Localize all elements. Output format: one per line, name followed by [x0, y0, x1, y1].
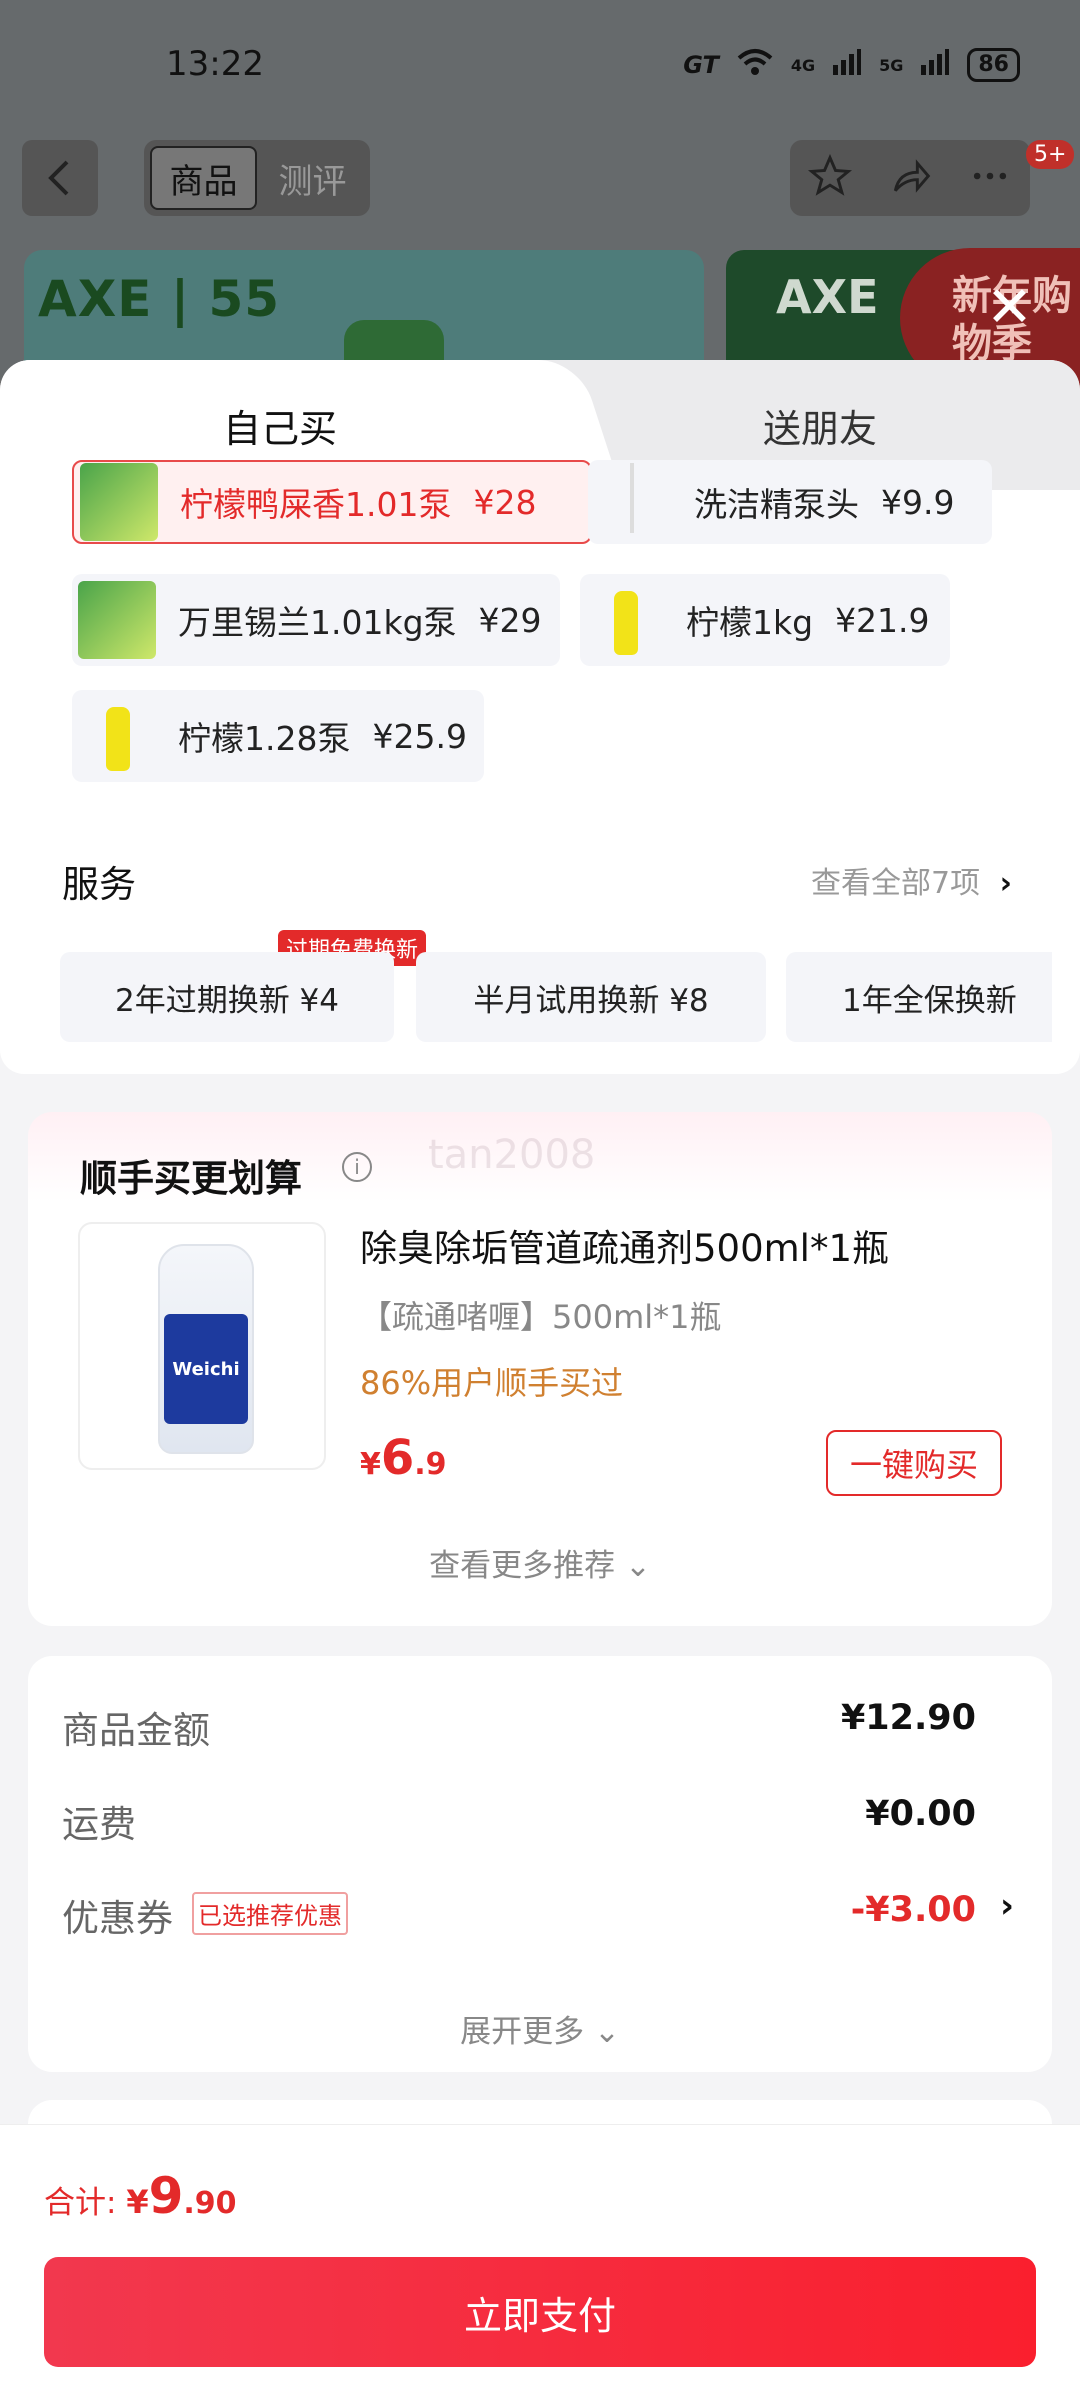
- signal-icon: [833, 49, 862, 81]
- expand-more[interactable]: 展开更多 ⌄: [28, 2006, 1052, 2051]
- sku-option[interactable]: 万里锡兰1.01kg泵 ¥29: [72, 574, 560, 666]
- coupon-value[interactable]: -¥3.00: [851, 1890, 976, 1930]
- top-actions: [790, 140, 1030, 216]
- shipping-value: ¥0.00: [865, 1794, 976, 1834]
- sku-thumbnail: [80, 463, 158, 541]
- watermark: tan2008: [428, 1132, 596, 1178]
- service-option[interactable]: 2年过期换新 ¥4: [60, 952, 394, 1042]
- sku-option[interactable]: 柠檬1.28泵 ¥25.9: [72, 690, 484, 782]
- product-label: Weichi: [164, 1314, 248, 1424]
- more-icon[interactable]: [968, 154, 1012, 202]
- upsell-product-name[interactable]: 除臭除垢管道疏通剂500ml*1瓶: [360, 1218, 889, 1272]
- sku-option[interactable]: 柠檬1kg ¥21.9: [580, 574, 950, 666]
- upsell-product-image[interactable]: Weichi: [78, 1222, 326, 1470]
- service-option[interactable]: 半月试用换新 ¥8: [416, 952, 766, 1042]
- chevron-left-icon: [48, 160, 69, 196]
- signal-5g-label: 5G: [879, 55, 904, 75]
- notification-badge: 5+: [1026, 140, 1075, 169]
- service-title: 服务: [62, 863, 136, 906]
- share-icon[interactable]: [888, 154, 932, 202]
- service-view-all[interactable]: 查看全部7项 ›: [811, 858, 1012, 902]
- price-summary-card: 商品金额 ¥12.90 运费 ¥0.00 优惠券 已选推荐优惠 -¥3.00 ›…: [28, 1656, 1052, 2072]
- purchase-sheet: 自己买 送朋友 柠檬鸭屎香1.01泵 ¥28 洗洁精泵头 ¥9.9 万里锡兰1.…: [0, 360, 1080, 2400]
- brand-logo-2: AXE: [776, 270, 879, 324]
- network-brand: GT: [683, 51, 719, 79]
- sku-option[interactable]: 洗洁精泵头 ¥9.9: [588, 460, 992, 544]
- upsell-title: 顺手买更划算: [80, 1157, 302, 1200]
- tab-product[interactable]: 商品: [150, 146, 257, 210]
- goods-amount-label: 商品金额: [62, 1709, 210, 1752]
- chevron-right-icon: ›: [999, 866, 1012, 901]
- pay-now-button[interactable]: 立即支付: [44, 2257, 1036, 2367]
- signal-icon-2: [921, 49, 950, 81]
- one-click-buy-button[interactable]: 一键购买: [826, 1430, 1002, 1496]
- sku-card: 柠檬鸭屎香1.01泵 ¥28 洗洁精泵头 ¥9.9 万里锡兰1.01kg泵 ¥2…: [0, 460, 1080, 1074]
- chevron-down-icon: ⌄: [624, 1548, 651, 1584]
- checkout-footer: 合计: ¥9.90 立即支付: [0, 2124, 1080, 2400]
- sku-thumbnail: [78, 581, 156, 659]
- goods-amount-value: ¥12.90: [840, 1698, 976, 1738]
- status-time: 13:22: [166, 44, 264, 84]
- sku-thumbnail: [586, 581, 664, 659]
- star-icon[interactable]: [807, 153, 853, 202]
- sku-thumbnail: [78, 697, 156, 775]
- chevron-down-icon: ⌄: [593, 2014, 620, 2050]
- brand-logo: AXE | 55: [38, 270, 281, 328]
- battery-indicator: 86: [967, 48, 1020, 82]
- close-icon[interactable]: ✕: [986, 280, 1033, 336]
- back-button[interactable]: [22, 140, 98, 216]
- sku-option[interactable]: 柠檬鸭屎香1.01泵 ¥28: [72, 460, 592, 544]
- more-recommendations[interactable]: 查看更多推荐 ⌄: [28, 1540, 1052, 1585]
- coupon-tag: 已选推荐优惠: [192, 1892, 348, 1935]
- wifi-icon: [737, 48, 773, 82]
- upsell-card: 顺手买更划算 i tan2008 Weichi 除臭除垢管道疏通剂500ml*1…: [28, 1112, 1052, 1626]
- upsell-price: ¥6.9: [360, 1430, 447, 1486]
- product-review-switch: 商品 测评: [144, 140, 370, 216]
- info-icon[interactable]: i: [342, 1152, 372, 1182]
- status-bar: 13:22 GT 4G 5G 86: [0, 44, 1080, 94]
- total-price: 合计: ¥9.90: [44, 2167, 237, 2225]
- upsell-purchase-stat: 86%用户顺手买过: [360, 1364, 624, 1402]
- upsell-product-spec: 【疏通啫喱】500ml*1瓶: [360, 1298, 722, 1336]
- status-icons: GT 4G 5G 86: [683, 48, 1020, 82]
- service-option[interactable]: 1年全保换新: [786, 952, 1052, 1042]
- signal-4g-label: 4G: [790, 55, 816, 75]
- chevron-right-icon[interactable]: ›: [1000, 1886, 1014, 1926]
- coupon-label: 优惠券: [62, 1897, 173, 1940]
- tab-review[interactable]: 测评: [261, 146, 364, 210]
- background-page: 13:22 GT 4G 5G 86 商品 测评 5+ AXE | 55 AXE …: [0, 0, 1080, 390]
- shipping-label: 运费: [62, 1803, 136, 1846]
- sku-thumbnail: [594, 463, 672, 541]
